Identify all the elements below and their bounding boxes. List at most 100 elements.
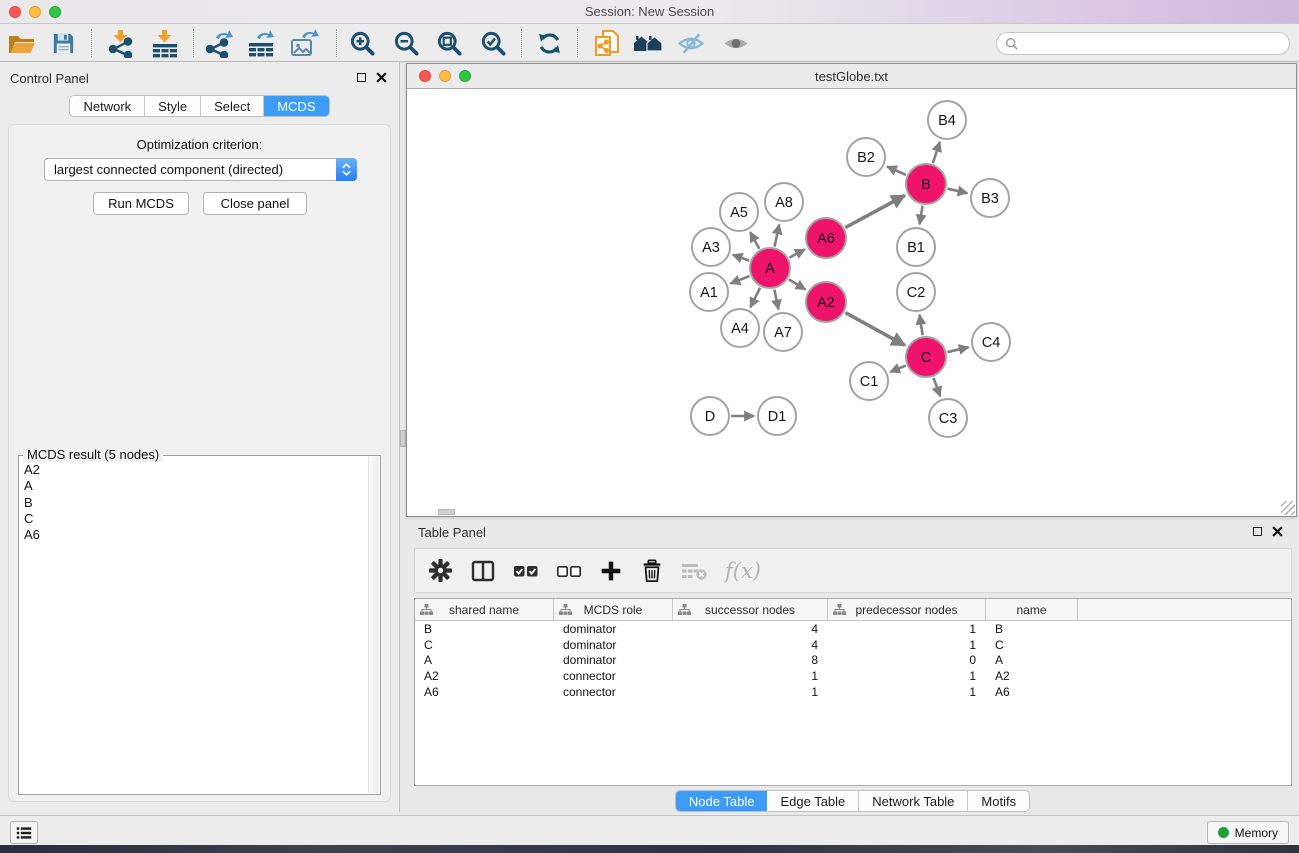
graph-edge-B-B2[interactable] bbox=[887, 166, 906, 175]
save-session-button[interactable] bbox=[46, 26, 80, 60]
graph-edge-A2-C[interactable] bbox=[845, 313, 905, 346]
table-cell[interactable]: C bbox=[986, 638, 1078, 652]
mcds-result-item[interactable]: A bbox=[24, 478, 366, 494]
graph-node-D1[interactable]: D1 bbox=[758, 397, 796, 435]
graph-node-C3[interactable]: C3 bbox=[929, 399, 967, 437]
graph-node-A4[interactable]: A4 bbox=[721, 309, 759, 347]
graph-edge-C-C4[interactable] bbox=[947, 347, 968, 352]
graph-node-B[interactable]: B bbox=[906, 164, 946, 204]
graph-node-A6[interactable]: A6 bbox=[806, 218, 846, 258]
table-cell[interactable]: A bbox=[415, 653, 554, 667]
column-header-successor-nodes[interactable]: successor nodes bbox=[673, 599, 828, 620]
table-row[interactable]: Adominator80A bbox=[415, 653, 1291, 669]
add-column-button[interactable] bbox=[599, 559, 623, 583]
table-cell[interactable]: A6 bbox=[986, 685, 1078, 699]
table-cell[interactable]: 4 bbox=[673, 622, 828, 636]
hide-selected-button[interactable] bbox=[674, 26, 708, 60]
table-cell[interactable]: A2 bbox=[986, 669, 1078, 683]
toggle-column-pane-button[interactable] bbox=[470, 559, 496, 583]
optimization-criterion-dropdown[interactable]: largest connected component (directed) bbox=[44, 158, 357, 181]
graph-edge-B-B4[interactable] bbox=[933, 142, 940, 163]
mcds-result-item[interactable]: B bbox=[24, 495, 366, 511]
search-field[interactable] bbox=[996, 32, 1290, 55]
graph-node-B4[interactable]: B4 bbox=[928, 101, 966, 139]
graph-edge-B-B1[interactable] bbox=[920, 206, 923, 225]
graph-node-B1[interactable]: B1 bbox=[897, 228, 935, 266]
graph-node-A8[interactable]: A8 bbox=[765, 183, 803, 221]
table-cell[interactable]: A6 bbox=[415, 685, 554, 699]
import-table-button[interactable] bbox=[148, 26, 182, 60]
graph-node-D[interactable]: D bbox=[691, 397, 729, 435]
table-cell[interactable]: dominator bbox=[554, 638, 673, 652]
table-cell[interactable]: A2 bbox=[415, 669, 554, 683]
show-graphics-details-button[interactable] bbox=[719, 26, 753, 60]
graph-node-C2[interactable]: C2 bbox=[897, 273, 935, 311]
tab-style[interactable]: Style bbox=[145, 96, 201, 116]
show-all-networks-button[interactable] bbox=[631, 26, 665, 60]
graph-edge-C-C1[interactable] bbox=[890, 366, 906, 373]
export-image-button[interactable] bbox=[287, 26, 321, 60]
open-session-button[interactable] bbox=[5, 26, 39, 60]
graph-edge-A-A6[interactable] bbox=[789, 249, 804, 257]
column-header-predecessor-nodes[interactable]: predecessor nodes bbox=[828, 599, 986, 620]
network-canvas[interactable]: B4B2BB3A8A5A6A3B1AA1C2A2A4A7C4CC1DD1C3 bbox=[407, 89, 1296, 516]
table-cell[interactable]: 1 bbox=[828, 685, 986, 699]
graph-node-A7[interactable]: A7 bbox=[764, 313, 802, 351]
table-settings-button[interactable] bbox=[428, 557, 453, 584]
graph-node-C[interactable]: C bbox=[906, 337, 946, 377]
table-cell[interactable]: B bbox=[986, 622, 1078, 636]
mcds-result-item[interactable]: A6 bbox=[24, 527, 366, 543]
graph-node-A1[interactable]: A1 bbox=[690, 273, 728, 311]
table-cell[interactable]: 4 bbox=[673, 638, 828, 652]
table-cell[interactable]: 8 bbox=[673, 653, 828, 667]
new-network-from-selection-button[interactable] bbox=[590, 26, 624, 60]
graph-node-B2[interactable]: B2 bbox=[847, 138, 885, 176]
graph-edge-A-A8[interactable] bbox=[775, 224, 780, 246]
table-cell[interactable]: connector bbox=[554, 669, 673, 683]
float-panel-icon[interactable] bbox=[357, 73, 366, 82]
import-network-button[interactable] bbox=[104, 26, 138, 60]
graph-node-A2[interactable]: A2 bbox=[806, 282, 846, 322]
deselect-all-button[interactable] bbox=[556, 559, 582, 583]
table-cell[interactable]: B bbox=[415, 622, 554, 636]
graph-node-C4[interactable]: C4 bbox=[972, 323, 1010, 361]
table-cell[interactable]: 1 bbox=[828, 622, 986, 636]
zoom-in-button[interactable] bbox=[345, 26, 379, 60]
delete-column-button[interactable] bbox=[640, 558, 664, 584]
window-resize-grip[interactable] bbox=[1281, 501, 1295, 515]
tab-mcds[interactable]: MCDS bbox=[264, 96, 328, 116]
table-cell[interactable]: 1 bbox=[673, 669, 828, 683]
table-row[interactable]: Bdominator41B bbox=[415, 621, 1291, 637]
graph-edge-A-A2[interactable] bbox=[789, 279, 806, 289]
table-cell[interactable]: A bbox=[986, 653, 1078, 667]
graph-edge-A-A4[interactable] bbox=[750, 288, 760, 308]
graph-node-C1[interactable]: C1 bbox=[850, 362, 888, 400]
search-input[interactable] bbox=[1024, 37, 1281, 51]
close-panel-button[interactable]: Close panel bbox=[203, 192, 307, 215]
delete-table-button[interactable] bbox=[681, 560, 708, 582]
graph-edge-A-A3[interactable] bbox=[733, 255, 750, 261]
refresh-button[interactable] bbox=[532, 26, 566, 60]
run-mcds-button[interactable]: Run MCDS bbox=[93, 192, 189, 215]
close-table-panel-icon[interactable] bbox=[1272, 526, 1283, 537]
table-row[interactable]: Cdominator41C bbox=[415, 637, 1291, 653]
table-cell[interactable]: 1 bbox=[828, 638, 986, 652]
tab-select[interactable]: Select bbox=[201, 96, 264, 116]
graph-node-B3[interactable]: B3 bbox=[971, 179, 1009, 217]
select-all-button[interactable] bbox=[513, 559, 539, 583]
zoom-out-button[interactable] bbox=[389, 26, 423, 60]
column-header-mcds-role[interactable]: MCDS role bbox=[554, 599, 673, 620]
graph-edge-C-C3[interactable] bbox=[933, 378, 940, 397]
close-panel-icon[interactable] bbox=[376, 72, 387, 83]
show-task-history-button[interactable] bbox=[10, 821, 38, 844]
table-cell[interactable]: dominator bbox=[554, 622, 673, 636]
table-cell[interactable]: 0 bbox=[828, 653, 986, 667]
table-row[interactable]: A2connector11A2 bbox=[415, 668, 1291, 684]
column-header-name[interactable]: name bbox=[986, 599, 1078, 620]
export-table-button[interactable] bbox=[244, 26, 278, 60]
zoom-fit-button[interactable] bbox=[432, 26, 466, 60]
mcds-result-item[interactable]: C bbox=[24, 511, 366, 527]
table-cell[interactable]: C bbox=[415, 638, 554, 652]
float-table-panel-icon[interactable] bbox=[1253, 527, 1262, 536]
graph-node-A3[interactable]: A3 bbox=[692, 228, 730, 266]
